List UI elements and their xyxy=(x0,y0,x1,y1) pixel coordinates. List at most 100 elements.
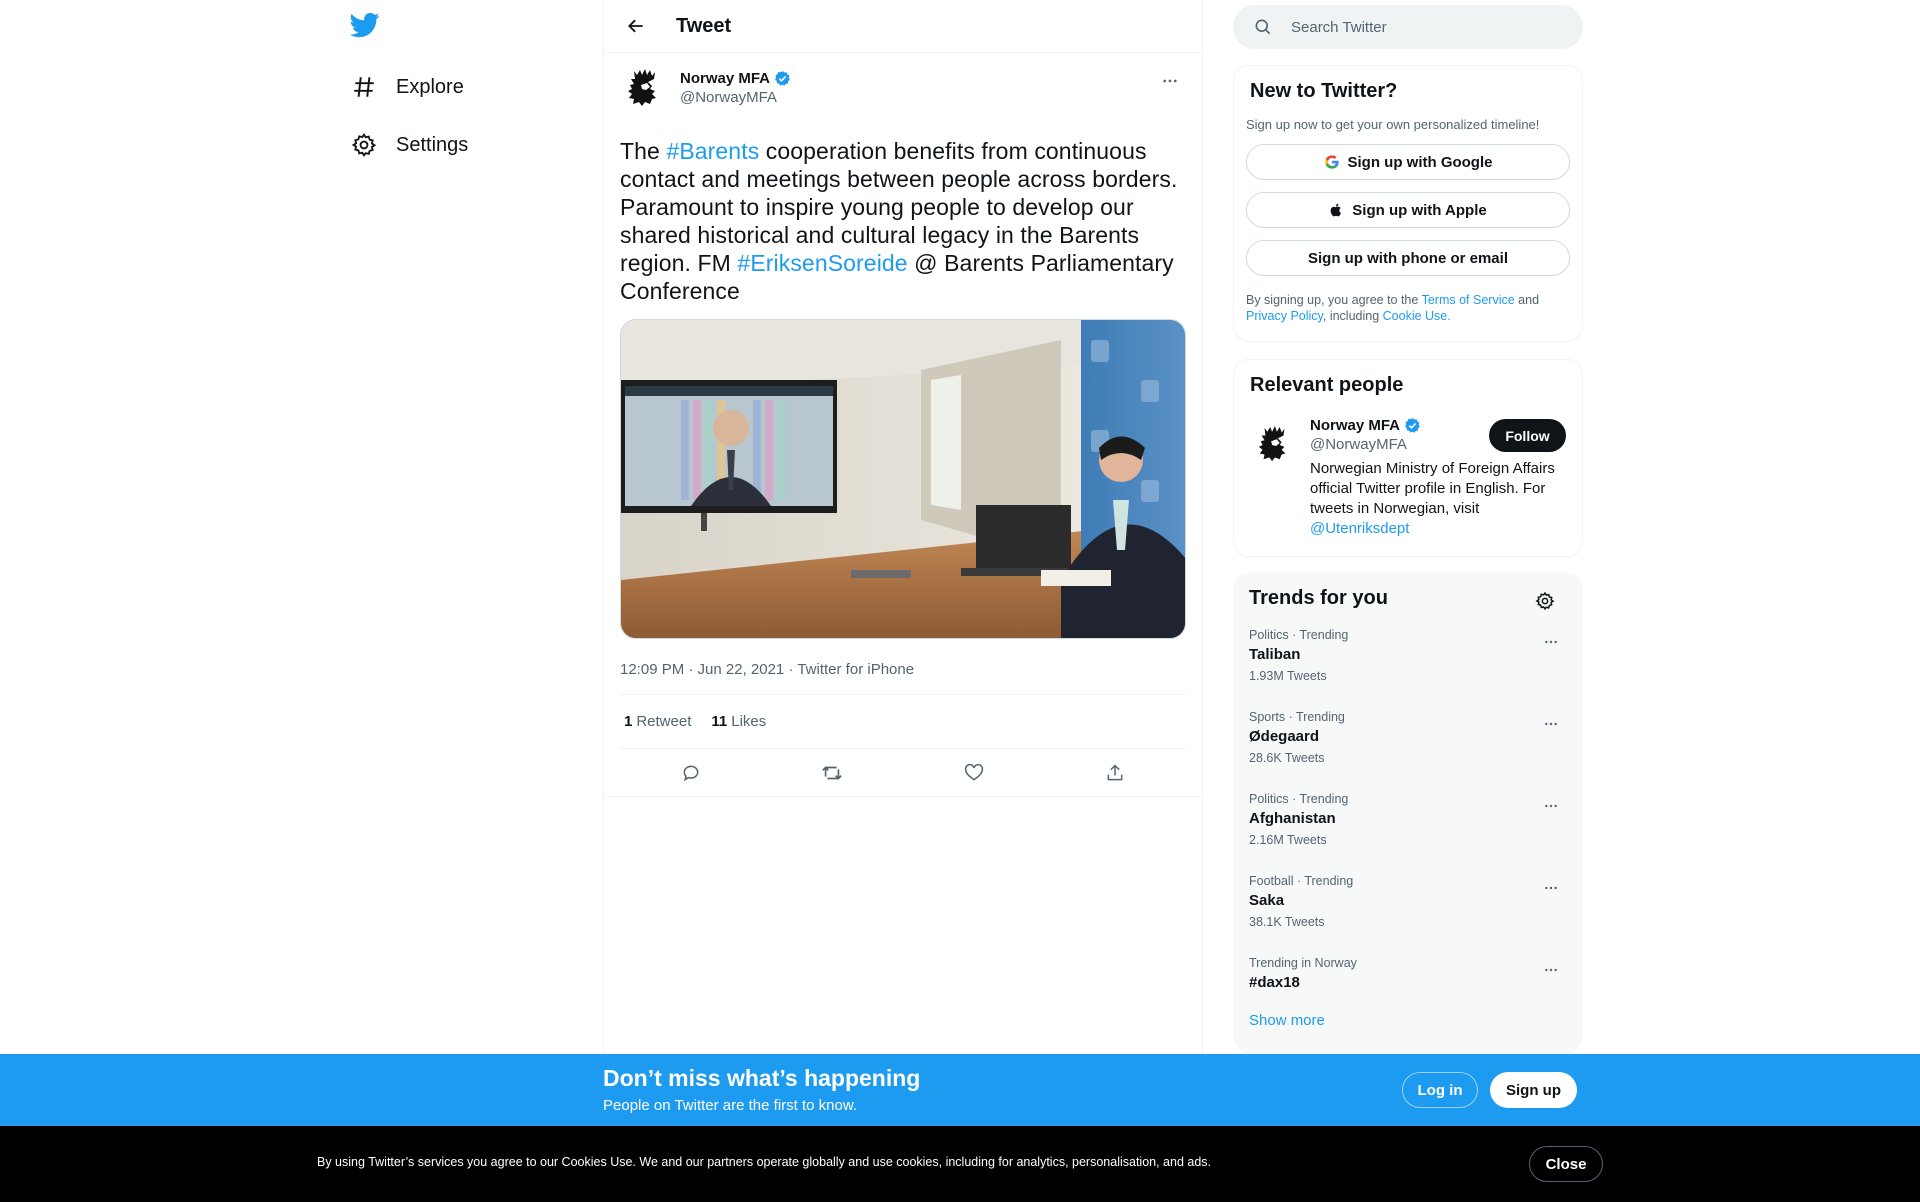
trend-item[interactable]: Sports · Trending Ødegaard 28.6K Tweets xyxy=(1249,702,1567,784)
ellipsis-icon xyxy=(1545,804,1557,808)
verified-badge-icon xyxy=(775,71,790,86)
likes-stat[interactable]: 11 Likes xyxy=(711,713,766,730)
twitter-bird-icon[interactable] xyxy=(349,10,382,42)
trend-item[interactable]: Politics · Trending Afghanistan 2.16M Tw… xyxy=(1249,784,1567,866)
utenriksdept-link[interactable]: @Utenriksdept xyxy=(1310,520,1409,537)
login-button[interactable]: Log in xyxy=(1402,1072,1478,1108)
trend-item[interactable]: Politics · Trending Taliban 1.93M Tweets xyxy=(1249,620,1567,702)
cookie-close-button[interactable]: Close xyxy=(1529,1146,1603,1182)
reply-icon xyxy=(683,765,699,781)
trend-item[interactable]: Football · Trending Saka 38.1K Tweets xyxy=(1249,866,1567,948)
more-options-button[interactable] xyxy=(1154,65,1186,97)
signup-phone-email-label: Sign up with phone or email xyxy=(1307,249,1508,267)
relevant-people-title: Relevant people xyxy=(1250,374,1404,396)
author-handle[interactable]: @NorwayMFA xyxy=(680,89,791,106)
gear-icon xyxy=(1535,591,1555,611)
trend-count: 2.16M Tweets xyxy=(1249,833,1327,847)
trends-settings-button[interactable] xyxy=(1531,587,1559,615)
hashtag-link[interactable]: #Barents xyxy=(666,138,759,164)
hashtag-icon xyxy=(350,73,378,101)
trend-more-button[interactable] xyxy=(1539,794,1563,818)
nav-settings-label: Settings xyxy=(396,133,469,156)
legal-text: By signing up, you agree to the xyxy=(1246,293,1422,307)
signup-bar-subtitle: People on Twitter are the first to know. xyxy=(603,1097,858,1114)
trend-more-button[interactable] xyxy=(1539,630,1563,654)
relevant-people-card: Relevant people Norway MFA @NorwayMFA No… xyxy=(1233,359,1583,557)
trend-item[interactable]: Trending in Norway #dax18 xyxy=(1249,948,1567,1012)
retweet-button[interactable] xyxy=(814,755,850,791)
trend-context: Sports · Trending xyxy=(1249,710,1345,724)
privacy-policy-link[interactable]: Privacy Policy xyxy=(1246,309,1323,323)
page-header: Tweet xyxy=(604,0,1202,53)
retweets-stat[interactable]: 1 Retweet xyxy=(624,713,691,730)
trend-context: Football · Trending xyxy=(1249,874,1354,888)
search-input[interactable] xyxy=(1291,18,1551,36)
nav-explore-label: Explore xyxy=(396,75,464,98)
trend-name: #dax18 xyxy=(1249,974,1300,991)
signup-legal-text: By signing up, you agree to the Terms of… xyxy=(1246,292,1570,324)
share-button[interactable] xyxy=(1097,755,1133,791)
signup-button[interactable]: Sign up xyxy=(1490,1072,1577,1108)
signup-phone-email-button[interactable]: Sign up with phone or email xyxy=(1246,240,1570,276)
tweet-photo[interactable] xyxy=(620,319,1186,639)
norway-lion-logo-icon xyxy=(628,69,656,106)
search-icon xyxy=(1255,19,1271,35)
arrow-left-icon xyxy=(628,19,643,33)
search-bar[interactable] xyxy=(1233,5,1583,49)
share-icon xyxy=(1107,763,1123,780)
terms-of-service-link[interactable]: Terms of Service xyxy=(1422,293,1515,307)
back-button[interactable] xyxy=(618,8,654,44)
likes-count: 11 xyxy=(711,713,728,730)
ellipsis-icon xyxy=(1163,79,1177,83)
tweet-source[interactable]: Twitter for iPhone xyxy=(797,661,914,678)
tweet-timestamp[interactable]: 12:09 PM · Jun 22, 2021 xyxy=(620,661,784,678)
nav-explore[interactable]: Explore xyxy=(350,62,464,112)
heart-icon xyxy=(964,763,983,781)
meeting-room-photo xyxy=(621,320,1185,638)
new-to-twitter-subtitle: Sign up now to get your own personalized… xyxy=(1246,117,1540,132)
trend-more-button[interactable] xyxy=(1539,876,1563,900)
tweet-detail: Norway MFA @NorwayMFA The #Barents coope… xyxy=(604,53,1202,797)
avatar[interactable] xyxy=(1250,421,1298,469)
legal-text: and xyxy=(1514,293,1540,307)
trend-context: Politics · Trending xyxy=(1249,792,1349,806)
google-icon xyxy=(1324,155,1339,169)
tweet-stats: 1 Retweet 11 Likes xyxy=(620,695,1186,749)
retweet-icon xyxy=(822,765,843,780)
relevant-person-name[interactable]: Norway MFA xyxy=(1310,417,1400,434)
trend-name: Taliban xyxy=(1249,646,1301,663)
tweet-metadata: 12:09 PM · Jun 22, 2021 · Twitter for iP… xyxy=(620,661,1186,695)
trend-count: 1.93M Tweets xyxy=(1249,669,1327,683)
relevant-person[interactable]: Norway MFA @NorwayMFA Norwegian Ministry… xyxy=(1250,417,1566,539)
tweet-author: Norway MFA @NorwayMFA xyxy=(620,65,1186,117)
signup-apple-button[interactable]: Sign up with Apple xyxy=(1246,192,1570,228)
nav-settings[interactable]: Settings xyxy=(350,120,468,170)
tweet-text: The #Barents cooperation benefits from c… xyxy=(620,137,1186,305)
signup-google-button[interactable]: Sign up with Google xyxy=(1246,144,1570,180)
apple-icon xyxy=(1330,203,1342,217)
signup-bar-title: Don’t miss what’s happening xyxy=(603,1065,921,1091)
trend-context: Trending in Norway xyxy=(1249,956,1357,970)
trend-name: Ødegaard xyxy=(1249,728,1320,745)
author-name[interactable]: Norway MFA xyxy=(680,70,770,87)
cookie-use-link[interactable]: Cookie Use. xyxy=(1383,309,1451,323)
reply-button[interactable] xyxy=(673,755,709,791)
gear-icon xyxy=(350,131,378,159)
hashtag-link[interactable]: #EriksenSoreide xyxy=(737,250,907,276)
show-more-link[interactable]: Show more xyxy=(1249,1012,1325,1029)
trend-context: Politics · Trending xyxy=(1249,628,1349,642)
new-to-twitter-card: New to Twitter? Sign up now to get your … xyxy=(1233,65,1583,342)
trend-count: 38.1K Tweets xyxy=(1249,915,1325,929)
like-button[interactable] xyxy=(956,755,992,791)
avatar[interactable] xyxy=(620,65,668,113)
signup-google-label: Sign up with Google xyxy=(1347,153,1493,171)
trend-name: Afghanistan xyxy=(1249,810,1336,827)
trend-name: Saka xyxy=(1249,892,1285,909)
follow-button[interactable]: Follow xyxy=(1489,419,1566,452)
trend-more-button[interactable] xyxy=(1539,958,1563,982)
trends-title: Trends for you xyxy=(1249,587,1388,609)
relevant-person-bio: Norwegian Ministry of Foreign Affairs of… xyxy=(1310,459,1560,539)
trend-more-button[interactable] xyxy=(1539,712,1563,736)
signup-apple-label: Sign up with Apple xyxy=(1352,201,1487,219)
cookie-consent-bar: By using Twitter’s services you agree to… xyxy=(0,1126,1920,1202)
